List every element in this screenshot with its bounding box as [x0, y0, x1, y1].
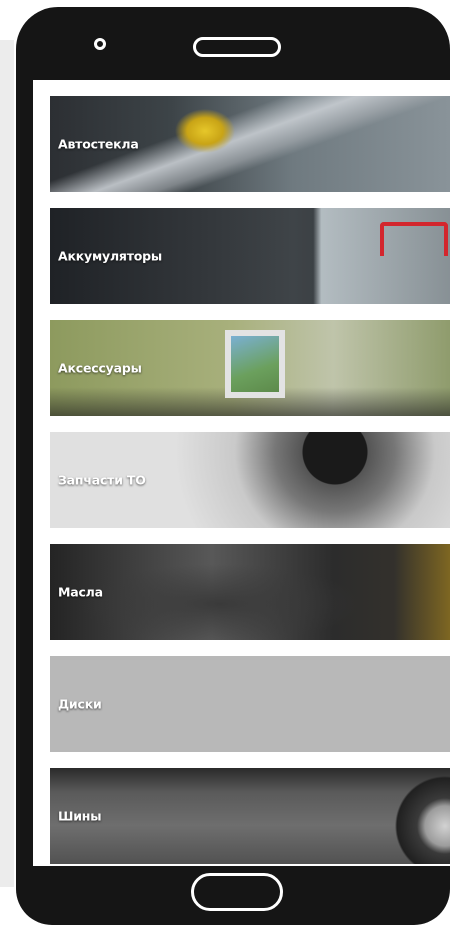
phone-top-bezel: [16, 7, 450, 87]
category-label: Аккумуляторы: [58, 248, 163, 264]
category-tile-wheels[interactable]: Диски: [50, 656, 450, 752]
category-label: Шины: [58, 808, 102, 824]
phone-frame: Автостекла Аккумуляторы Аксессуары Запча…: [16, 7, 450, 925]
camera-icon: [94, 38, 106, 50]
category-label: Аксессуары: [58, 360, 142, 376]
category-tile-tires[interactable]: Шины: [50, 768, 450, 864]
category-label: Автостекла: [58, 136, 139, 152]
home-button[interactable]: [191, 873, 283, 911]
phone-screen: Автостекла Аккумуляторы Аксессуары Запча…: [33, 80, 450, 866]
category-label: Диски: [58, 696, 102, 712]
background-panel: [0, 40, 14, 887]
category-label: Запчасти ТО: [58, 472, 146, 488]
category-tile-accessories[interactable]: Аксессуары: [50, 320, 450, 416]
category-tile-autoglass[interactable]: Автостекла: [50, 96, 450, 192]
phone-bottom-bezel: [16, 866, 450, 925]
speaker-icon: [193, 37, 281, 57]
category-tile-maintenance-parts[interactable]: Запчасти ТО: [50, 432, 450, 528]
category-label: Масла: [58, 584, 103, 600]
category-tile-oils[interactable]: Масла: [50, 544, 450, 640]
category-tile-batteries[interactable]: Аккумуляторы: [50, 208, 450, 304]
